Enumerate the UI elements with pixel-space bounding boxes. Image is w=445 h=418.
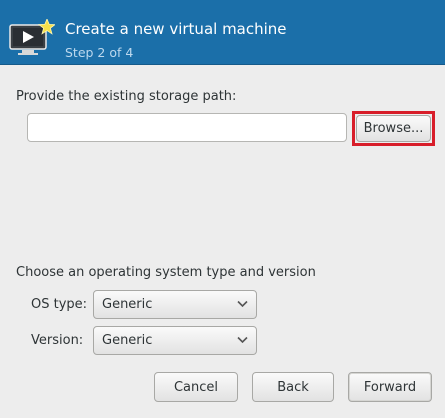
wizard-header: Create a new virtual machine Step 2 of 4 [0, 0, 445, 65]
storage-path-label: Provide the existing storage path: [16, 89, 237, 104]
wizard-title: Create a new virtual machine [65, 20, 287, 38]
version-value: Generic [102, 333, 153, 348]
version-select[interactable]: Generic [93, 326, 257, 355]
back-button[interactable]: Back [252, 372, 334, 402]
version-label: Version: [31, 333, 84, 348]
cancel-button[interactable]: Cancel [154, 372, 238, 402]
forward-button[interactable]: Forward [348, 372, 432, 402]
chevron-down-icon [237, 336, 248, 344]
os-type-select[interactable]: Generic [93, 290, 257, 319]
browse-button[interactable]: Browse... [356, 115, 431, 142]
os-type-value: Generic [102, 297, 153, 312]
os-type-label: OS type: [31, 297, 88, 312]
chevron-down-icon [237, 300, 248, 308]
os-section-label: Choose an operating system type and vers… [16, 265, 316, 280]
vm-create-icon [9, 19, 55, 55]
storage-path-input[interactable] [27, 113, 347, 142]
wizard-step-indicator: Step 2 of 4 [65, 45, 134, 60]
